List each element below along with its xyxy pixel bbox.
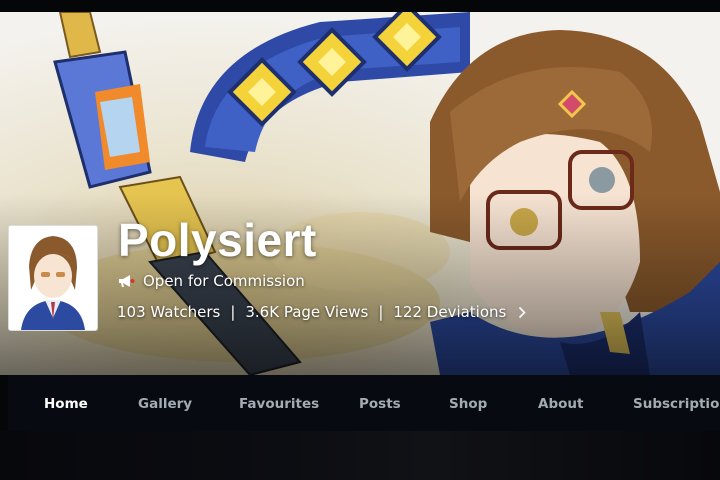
- nav-tabs: Home Gallery Favourites Posts Shop About…: [8, 375, 720, 431]
- tab-shop[interactable]: Shop: [449, 375, 487, 431]
- profile-nav: Home Gallery Favourites Posts Shop About…: [8, 375, 720, 431]
- tab-posts[interactable]: Posts: [359, 375, 401, 431]
- tab-gallery[interactable]: Gallery: [138, 375, 192, 431]
- tab-about[interactable]: About: [538, 375, 583, 431]
- tab-subscriptions[interactable]: Subscriptions: [633, 375, 720, 431]
- watchers-count: 103 Watchers: [117, 303, 221, 321]
- stats-separator: |: [378, 303, 384, 321]
- profile-page: Polysiert Open for Commission 103 Watche…: [0, 0, 720, 480]
- profile-stats[interactable]: 103 Watchers | 3.6K Page Views | 122 Dev…: [117, 303, 526, 321]
- profile-username[interactable]: Polysiert: [118, 214, 317, 266]
- tab-favourites[interactable]: Favourites: [239, 375, 319, 431]
- deviations-count: 122 Deviations: [393, 303, 507, 321]
- page-content-area: [0, 431, 720, 480]
- megaphone-icon: [119, 275, 135, 287]
- chevron-right-icon[interactable]: [518, 306, 526, 319]
- commission-label: Open for Commission: [143, 272, 305, 290]
- page-views-count: 3.6K Page Views: [245, 303, 369, 321]
- tab-home[interactable]: Home: [44, 375, 88, 431]
- commission-status[interactable]: Open for Commission: [118, 272, 305, 290]
- avatar[interactable]: [8, 225, 98, 331]
- stats-separator: |: [230, 303, 236, 321]
- avatar-image: [9, 226, 97, 330]
